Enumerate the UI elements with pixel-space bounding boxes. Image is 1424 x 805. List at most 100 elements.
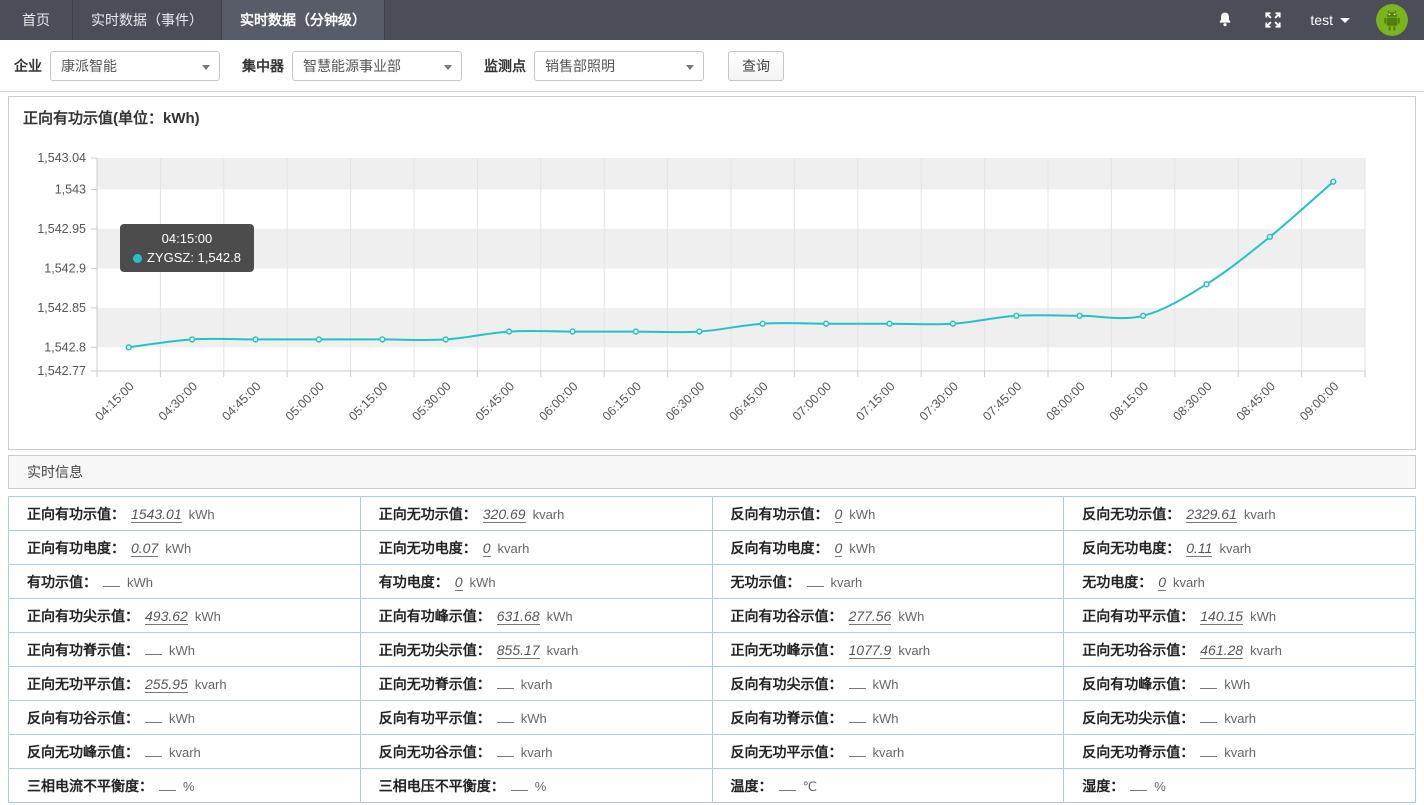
metric-unit: kWh: [849, 507, 875, 522]
data-point[interactable]: [253, 337, 258, 342]
metric-value[interactable]: 631.68: [497, 608, 540, 625]
dropdown-arrow-icon: [444, 65, 452, 70]
metric-value[interactable]: [849, 676, 866, 689]
topnav-right: test: [1214, 0, 1424, 40]
nav-tab-1[interactable]: 实时数据（事件）: [73, 0, 222, 40]
metric-value[interactable]: [807, 574, 824, 587]
metric-value[interactable]: 277.56: [849, 608, 892, 625]
metric-cell: 反向无功谷示值：kvarh: [360, 735, 712, 769]
data-point[interactable]: [1141, 313, 1146, 318]
android-avatar-icon[interactable]: [1376, 4, 1408, 36]
x-tick-label: 05:30:00: [410, 379, 454, 423]
filter-label-0: 企业: [14, 56, 42, 76]
metric-value[interactable]: 140.15: [1200, 608, 1243, 625]
metric-value[interactable]: 0.11: [1186, 540, 1212, 557]
metric-cell: 湿度：%: [1064, 769, 1416, 803]
data-point[interactable]: [317, 337, 322, 342]
metric-value[interactable]: [1200, 676, 1217, 689]
metric-value[interactable]: [145, 642, 162, 655]
metric-value[interactable]: 0: [483, 540, 491, 557]
metric-label: 反向无功脊示值：: [1082, 744, 1194, 760]
metric-label: 正向有功谷示值：: [731, 608, 843, 624]
metric-unit: kWh: [873, 677, 899, 692]
table-row: 正向有功电度：0.07kWh正向无功电度：0kvarh反向有功电度：0kWh反向…: [9, 531, 1416, 565]
data-point[interactable]: [951, 321, 956, 326]
metric-value[interactable]: [497, 744, 514, 757]
data-point[interactable]: [1077, 313, 1082, 318]
metric-value[interactable]: 461.28: [1200, 642, 1243, 659]
data-point[interactable]: [1268, 234, 1273, 239]
metric-value[interactable]: 0.07: [131, 540, 158, 557]
metric-label: 正向无功尖示值：: [379, 642, 491, 658]
info-panel-header: 实时信息: [8, 455, 1416, 489]
metric-unit: %: [535, 779, 547, 794]
metric-value[interactable]: [1130, 778, 1147, 791]
series-dot-icon: [133, 254, 142, 263]
data-point[interactable]: [760, 321, 765, 326]
user-menu[interactable]: test: [1310, 12, 1350, 28]
metric-cell: 正向有功尖示值：493.62kWh: [9, 599, 361, 633]
metric-label: 反向无功尖示值：: [1082, 710, 1194, 726]
filter-dropdown-0[interactable]: 康派智能: [50, 51, 220, 81]
data-point[interactable]: [126, 345, 131, 350]
metric-value[interactable]: 1077.9: [849, 642, 892, 659]
metric-value[interactable]: [511, 778, 528, 791]
filter-dropdown-1[interactable]: 智慧能源事业部: [292, 51, 462, 81]
x-tick-label: 04:15:00: [93, 379, 137, 423]
query-button[interactable]: 查询: [728, 51, 784, 81]
filter-dropdown-2[interactable]: 销售部照明: [534, 51, 704, 81]
tooltip-time: 04:15:00: [133, 229, 241, 248]
metric-value[interactable]: 255.95: [145, 676, 188, 693]
metric-unit: kvarh: [521, 745, 553, 760]
metric-value[interactable]: 0: [835, 506, 843, 523]
metric-label: 反向无功平示值：: [731, 744, 843, 760]
nav-tab-2[interactable]: 实时数据（分钟级）: [222, 0, 385, 40]
nav-tab-0[interactable]: 首页: [0, 0, 73, 40]
data-point[interactable]: [1204, 282, 1209, 287]
metric-value[interactable]: [103, 574, 120, 587]
x-tick-label: 07:15:00: [853, 379, 897, 423]
data-point[interactable]: [380, 337, 385, 342]
metric-value[interactable]: 2329.61: [1186, 506, 1237, 523]
line-chart[interactable]: 1,543.041,5431,542.951,542.91,542.851,54…: [9, 129, 1413, 449]
data-point[interactable]: [1014, 313, 1019, 318]
metric-value[interactable]: [145, 710, 162, 723]
metric-value[interactable]: [497, 710, 514, 723]
metric-value[interactable]: [1200, 710, 1217, 723]
metric-value[interactable]: 1543.01: [131, 506, 182, 523]
metric-unit: kWh: [470, 575, 496, 590]
fullscreen-icon[interactable]: [1262, 9, 1284, 31]
data-point[interactable]: [634, 329, 639, 334]
metric-cell: 正向无功谷示值：461.28kvarh: [1064, 633, 1416, 667]
metric-value[interactable]: 320.69: [483, 506, 526, 523]
metric-value[interactable]: [497, 676, 514, 689]
metric-value[interactable]: 0: [455, 574, 463, 591]
metric-value[interactable]: [849, 744, 866, 757]
metric-value[interactable]: [159, 778, 176, 791]
data-point[interactable]: [190, 337, 195, 342]
dropdown-selected-value: 智慧能源事业部: [293, 56, 401, 76]
bell-icon[interactable]: [1214, 9, 1236, 31]
metric-unit: kvarh: [498, 541, 530, 556]
data-point[interactable]: [824, 321, 829, 326]
table-row: 正向有功脊示值：kWh正向无功尖示值：855.17kvarh正向无功峰示值：10…: [9, 633, 1416, 667]
metric-value[interactable]: [849, 710, 866, 723]
metric-value[interactable]: 0: [835, 540, 843, 557]
metric-value[interactable]: 493.62: [145, 608, 188, 625]
dropdown-arrow-icon: [686, 65, 694, 70]
data-point[interactable]: [570, 329, 575, 334]
metric-value[interactable]: [779, 778, 796, 791]
data-point[interactable]: [507, 329, 512, 334]
data-point[interactable]: [1331, 179, 1336, 184]
metric-cell: 三相电压不平衡度：%: [360, 769, 712, 803]
tooltip-value: ZYGSZ: 1,542.8: [133, 248, 241, 267]
metric-value[interactable]: 0: [1158, 574, 1166, 591]
metric-label: 有功电度：: [379, 574, 449, 590]
data-point[interactable]: [697, 329, 702, 334]
metric-value[interactable]: [145, 744, 162, 757]
metric-cell: 正向有功平示值：140.15kWh: [1064, 599, 1416, 633]
data-point[interactable]: [443, 337, 448, 342]
metric-value[interactable]: 855.17: [497, 642, 540, 659]
data-point[interactable]: [887, 321, 892, 326]
metric-value[interactable]: [1200, 744, 1217, 757]
